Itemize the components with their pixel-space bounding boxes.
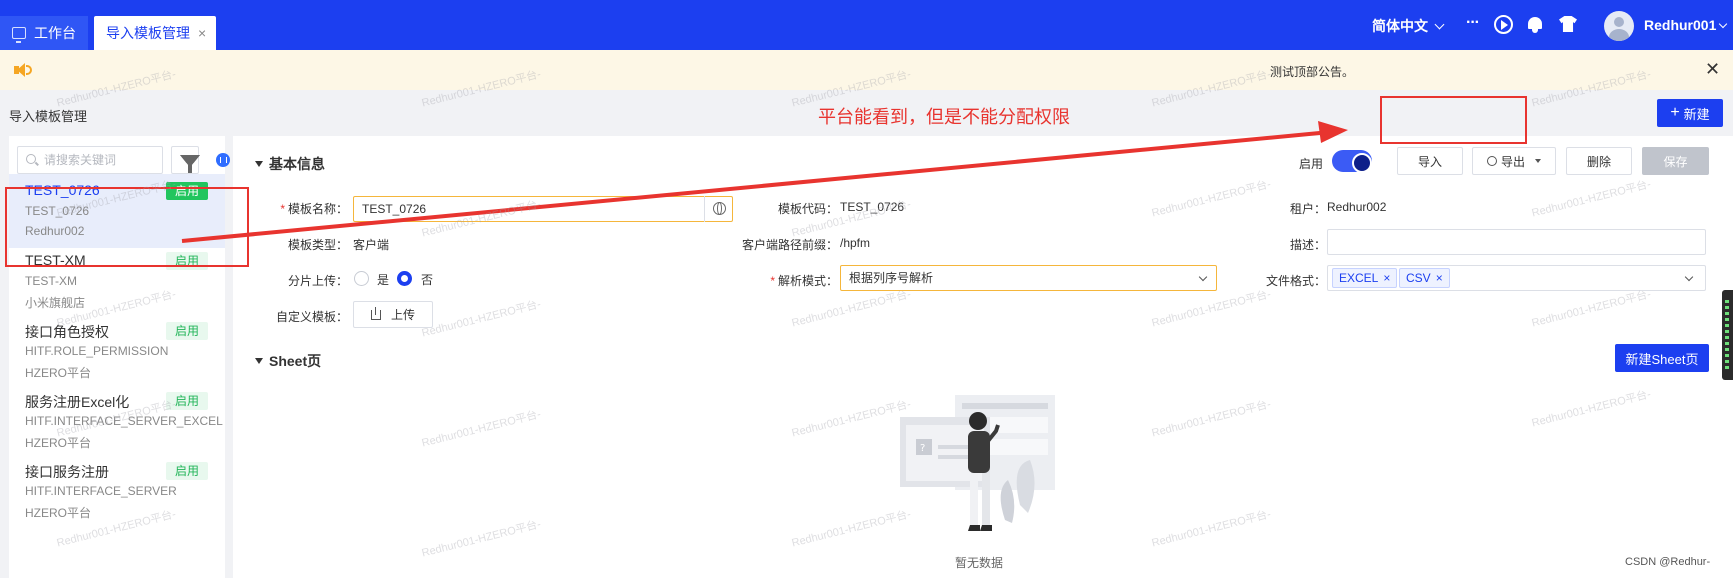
side-scroll-indicator[interactable] (1722, 290, 1733, 380)
annotation-arrow (181, 121, 1348, 243)
footer-credit: CSDN @Redhur- (1625, 556, 1711, 568)
